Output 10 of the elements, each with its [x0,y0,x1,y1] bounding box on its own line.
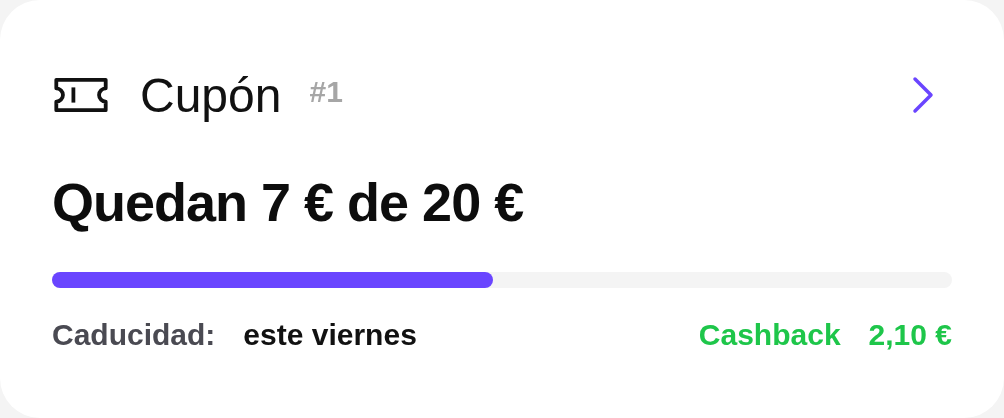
cashback-label: Cashback [698,318,841,352]
ticket-icon [52,76,110,114]
coupon-title: Cupón [140,67,282,123]
expiry-label: Caducidad: [52,318,216,352]
remaining-amount: Quedan 7 € de 20 € [52,171,525,234]
chevron-right-icon[interactable] [910,75,936,115]
coupon-number: #1 [309,75,343,109]
coupon-card[interactable]: Cupón #1 Quedan 7 € de 20 € Caducidad: este viernes Cashback 2,10 € [0,0,1004,418]
expiry-value: este viernes [243,318,417,352]
cashback-value: 2,10 € [868,318,952,352]
